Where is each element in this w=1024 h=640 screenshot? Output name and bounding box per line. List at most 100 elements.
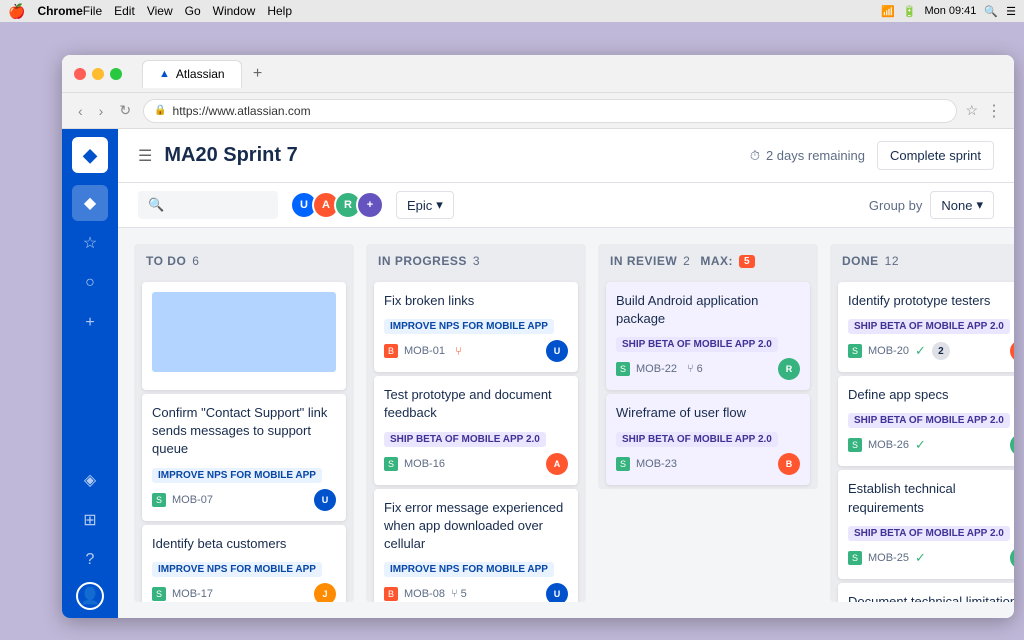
url-display: https://www.atlassian.com (173, 104, 947, 118)
avatar: U (546, 340, 568, 362)
group-by-control: Group by None ▾ (869, 191, 994, 219)
story-type-icon: S (848, 438, 862, 452)
column-header-inreview: IN REVIEW 2 MAX: 5 (598, 244, 818, 278)
new-tab-button[interactable]: + (248, 64, 268, 84)
table-row[interactable]: Test prototype and document feedback SHI… (374, 376, 578, 484)
close-button[interactable] (74, 68, 86, 80)
card-image-placeholder[interactable] (142, 282, 346, 390)
table-row[interactable]: Define app specs SHIP BETA OF MOBILE APP… (838, 376, 1014, 466)
story-type-icon: S (152, 587, 166, 601)
forward-button[interactable]: › (95, 99, 108, 123)
bug-type-icon: B (384, 587, 398, 601)
table-row[interactable]: Fix error message experienced when app d… (374, 489, 578, 602)
card-footer: S MOB-22 ⑂ 6 R (616, 358, 800, 380)
card-title: Identify prototype testers (848, 292, 1014, 310)
avatar-add[interactable]: + (356, 191, 384, 219)
complete-sprint-button[interactable]: Complete sprint (877, 141, 994, 170)
browser-window: ▲ Atlassian + ‹ › ↻ 🔒 https://www.atlass… (62, 55, 1014, 618)
column-done: DONE 12 Identify prototype testers SHIP … (830, 244, 1014, 602)
column-todo: TO DO 6 Confirm "Contact Support" link s… (134, 244, 354, 602)
clock-display: Mon 09:41 (924, 5, 976, 17)
menu-window[interactable]: Window (213, 4, 256, 18)
sidebar-top: ◆ ◆ ☆ ○ + (72, 137, 108, 341)
browser-tab-atlassian[interactable]: ▲ Atlassian (142, 60, 242, 88)
board-toolbar: 🔍 U A R + Epic ▾ Group by None ▾ (118, 183, 1014, 228)
table-row[interactable]: Establish technical requirements SHIP BE… (838, 470, 1014, 578)
card-footer: S MOB-25 ✓ R (848, 547, 1014, 569)
menu-file[interactable]: File (83, 4, 102, 18)
control-icon[interactable]: ☰ (1006, 5, 1016, 18)
menu-edit[interactable]: Edit (114, 4, 135, 18)
sidebar-item-starred[interactable]: ☆ (72, 225, 108, 261)
table-row[interactable]: Identify beta customers IMPROVE NPS FOR … (142, 525, 346, 602)
tab-bar: ▲ Atlassian + (142, 60, 1002, 88)
apple-logo-icon: 🍎 (8, 3, 25, 20)
column-header-todo: TO DO 6 (134, 244, 354, 278)
browser-more-button[interactable]: ⋮ (986, 101, 1002, 121)
card-epic-label: IMPROVE NPS FOR MOBILE APP (384, 562, 554, 577)
story-type-icon: S (152, 493, 166, 507)
column-todo-count: 6 (192, 254, 199, 268)
avatar: R (778, 358, 800, 380)
column-done-count: 12 (885, 254, 899, 268)
sidebar-item-profile[interactable]: 👤 (76, 582, 104, 610)
column-inreview-label: IN REVIEW (610, 254, 677, 268)
avatar: A (1010, 340, 1014, 362)
browser-titlebar: ▲ Atlassian + (62, 55, 1014, 93)
group-by-value-button[interactable]: None ▾ (930, 191, 994, 219)
search-box[interactable]: 🔍 (138, 191, 278, 219)
story-points: ⑂ 5 (451, 588, 467, 600)
sidebar-item-notifications[interactable]: ◈ (72, 462, 108, 498)
back-button[interactable]: ‹ (74, 99, 87, 123)
avatar: U (314, 489, 336, 511)
menu-go[interactable]: Go (185, 4, 201, 18)
menu-help[interactable]: Help (267, 4, 292, 18)
sidebar-item-search[interactable]: ○ (72, 265, 108, 301)
main-content: ☰ MA20 Sprint 7 ⏱ 2 days remaining Compl… (118, 129, 1014, 618)
sidebar-item-home[interactable]: ◆ (72, 185, 108, 221)
bookmark-button[interactable]: ☆ (965, 102, 978, 119)
sidebar-item-apps[interactable]: ⊞ (72, 502, 108, 538)
done-count-badge: 2 (932, 342, 950, 360)
card-footer: S MOB-26 ✓ R (848, 434, 1014, 456)
table-row[interactable]: Fix broken links IMPROVE NPS FOR MOBILE … (374, 282, 578, 372)
card-footer: S MOB-20 ✓ 2 A (848, 340, 1014, 362)
story-type-icon: S (616, 457, 630, 471)
menu-view[interactable]: View (147, 4, 173, 18)
card-id: MOB-26 (868, 439, 909, 451)
traffic-lights (74, 68, 122, 80)
table-row[interactable]: Wireframe of user flow SHIP BETA OF MOBI… (606, 394, 810, 484)
card-epic-label: SHIP BETA OF MOBILE APP 2.0 (616, 432, 778, 447)
story-type-icon: S (848, 551, 862, 565)
table-row[interactable]: Document technical limitations REDUNDANC… (838, 583, 1014, 602)
card-thumbnail (152, 292, 336, 372)
refresh-button[interactable]: ↻ (115, 98, 135, 123)
column-inreview: IN REVIEW 2 MAX: 5 Build Android applica… (598, 244, 818, 489)
table-row[interactable]: Confirm "Contact Support" link sends mes… (142, 394, 346, 521)
card-id: MOB-25 (868, 552, 909, 564)
branch-icon: ⑂ (455, 344, 462, 358)
minimize-button[interactable] (92, 68, 104, 80)
card-epic-label: IMPROVE NPS FOR MOBILE APP (152, 562, 322, 577)
column-inreview-max-label: MAX: (700, 254, 733, 268)
group-by-value: None (941, 198, 972, 213)
epic-filter-button[interactable]: Epic ▾ (396, 191, 454, 219)
table-row[interactable]: Identify prototype testers SHIP BETA OF … (838, 282, 1014, 372)
address-bar[interactable]: 🔒 https://www.atlassian.com (143, 99, 957, 123)
sidebar-item-help[interactable]: ? (72, 542, 108, 578)
card-title: Fix error message experienced when app d… (384, 499, 568, 554)
wifi-icon: 📶 (881, 5, 895, 18)
atlassian-logo[interactable]: ◆ (72, 137, 108, 173)
table-row[interactable]: Build Android application package SHIP B… (606, 282, 810, 390)
avatar: A (546, 453, 568, 475)
search-icon[interactable]: 🔍 (984, 5, 998, 18)
hamburger-menu-button[interactable]: ☰ (138, 146, 152, 166)
sidebar-item-create[interactable]: + (72, 305, 108, 341)
atlassian-tab-icon: ▲ (159, 68, 170, 80)
card-title: Fix broken links (384, 292, 568, 310)
maximize-button[interactable] (110, 68, 122, 80)
card-id: MOB-07 (172, 494, 213, 506)
card-footer: B MOB-08 ⑂ 5 U (384, 583, 568, 602)
browser-tab-label: Atlassian (176, 67, 225, 81)
card-id: MOB-16 (404, 458, 445, 470)
